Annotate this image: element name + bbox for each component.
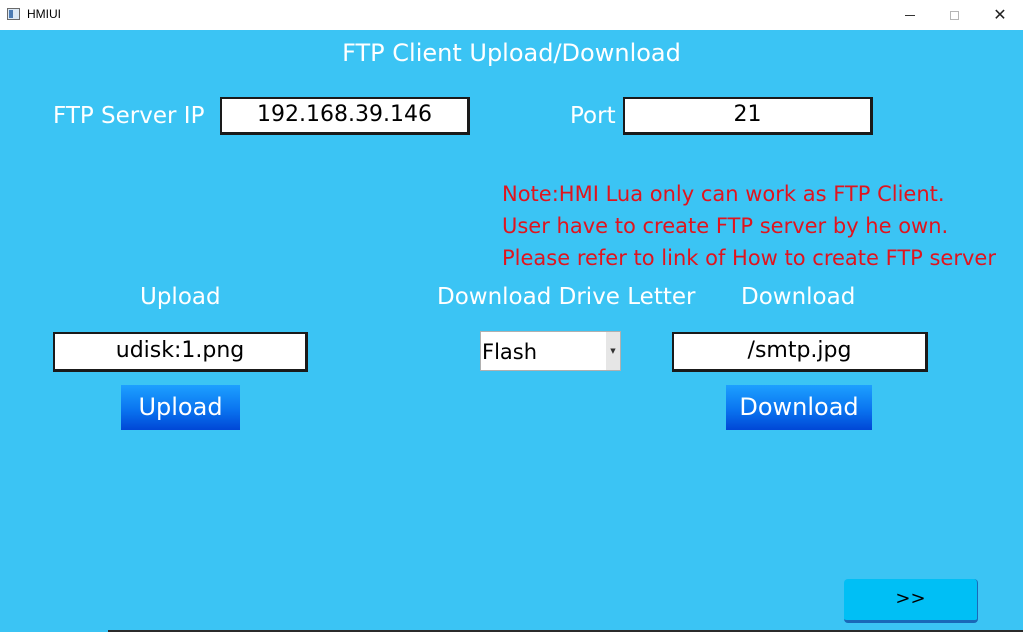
drive-letter-select[interactable]: Flash ▼: [480, 331, 621, 371]
minimize-icon: [905, 14, 915, 16]
app-icon: [7, 8, 20, 20]
window-title: HMIUI: [27, 7, 61, 21]
ftp-server-ip-label: FTP Server IP: [53, 103, 205, 129]
page-title: FTP Client Upload/Download: [342, 39, 681, 67]
ftp-server-ip-input[interactable]: 192.168.39.146: [220, 97, 470, 135]
download-button[interactable]: Download: [726, 385, 872, 430]
dropdown-arrow-icon[interactable]: ▼: [606, 332, 620, 370]
drive-letter-value: Flash: [482, 340, 538, 364]
next-page-button[interactable]: >>: [844, 579, 978, 623]
note-line-1: Note:HMI Lua only can work as FTP Client…: [502, 182, 945, 206]
maximize-button[interactable]: [931, 0, 977, 30]
download-file-input[interactable]: /smtp.jpg: [672, 332, 928, 372]
port-input[interactable]: 21: [623, 97, 873, 135]
upload-label: Upload: [140, 284, 221, 310]
window-titlebar: HMIUI ✕: [0, 0, 1023, 30]
upload-button[interactable]: Upload: [121, 385, 240, 430]
download-label: Download: [741, 284, 856, 310]
minimize-button[interactable]: [887, 0, 933, 30]
maximize-icon: [949, 10, 959, 20]
note-line-2: User have to create FTP server by he own…: [502, 214, 949, 238]
upload-file-input[interactable]: udisk:1.png: [53, 332, 308, 372]
close-button[interactable]: ✕: [977, 0, 1023, 30]
port-label: Port: [570, 103, 616, 129]
download-drive-letter-label: Download Drive Letter: [437, 284, 696, 310]
note-line-3: Please refer to link of How to create FT…: [502, 246, 996, 270]
close-icon: ✕: [993, 5, 1007, 24]
